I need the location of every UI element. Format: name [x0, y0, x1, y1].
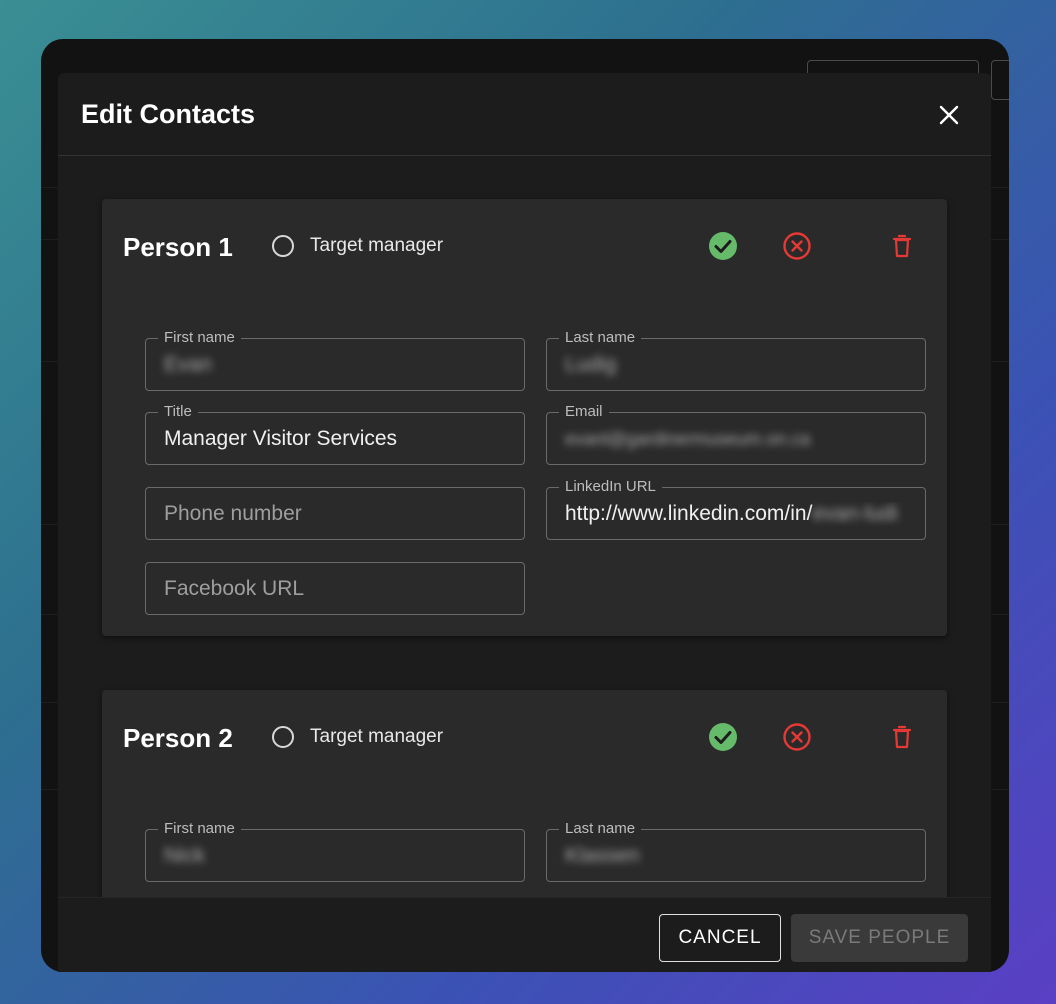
confirm-check-icon[interactable] [708, 722, 738, 752]
edit-contacts-dialog: Edit Contacts Person 1 Target manager Fi… [58, 73, 991, 972]
person-card: Person 2 Target manager First name Nick … [102, 690, 947, 897]
dialog-footer: CANCEL SAVE PEOPLE [58, 897, 991, 972]
title-label: Title [158, 403, 198, 421]
email-label: Email [559, 403, 609, 421]
first-name-field[interactable]: First name Evan [145, 329, 525, 391]
last-name-label: Last name [559, 329, 642, 347]
last-name-label: Last name [559, 820, 642, 838]
title-field[interactable]: Title Manager Visitor Services [145, 403, 525, 465]
phone-number-field[interactable]: Phone number [145, 487, 525, 540]
first-name-field[interactable]: First name Nick [145, 820, 525, 882]
cancel-button[interactable]: CANCEL [659, 914, 781, 962]
dialog-header: Edit Contacts [58, 73, 991, 156]
phone-number-placeholder: Phone number [164, 502, 302, 525]
last-name-value: Ludig [565, 353, 617, 376]
save-people-button[interactable]: SAVE PEOPLE [791, 914, 968, 962]
dialog-title: Edit Contacts [81, 99, 256, 129]
first-name-label: First name [158, 329, 241, 347]
trash-icon[interactable] [887, 231, 917, 261]
email-value: evanl@gardinermuseum.on.ca [565, 429, 811, 449]
target-manager-label: Target manager [310, 235, 444, 256]
confirm-check-icon[interactable] [708, 231, 738, 261]
background-button [991, 60, 1009, 100]
reject-cancel-icon[interactable] [782, 722, 812, 752]
target-manager-radio[interactable] [272, 726, 294, 748]
email-field[interactable]: Email evanl@gardinermuseum.on.ca [546, 403, 926, 465]
linkedin-url-value: http://www.linkedin.com/in/evan-ludi [565, 502, 913, 526]
person-card: Person 1 Target manager First name Evan … [102, 199, 947, 636]
target-manager-option[interactable]: Target manager [272, 726, 443, 748]
first-name-value: Evan [164, 353, 212, 376]
target-manager-option[interactable]: Target manager [272, 235, 443, 257]
facebook-url-placeholder: Facebook URL [164, 577, 305, 600]
first-name-label: First name [158, 820, 241, 838]
reject-cancel-icon[interactable] [782, 231, 812, 261]
target-manager-label: Target manager [310, 726, 444, 747]
linkedin-url-clear-text: http://www.linkedin.com/in/ [565, 502, 813, 525]
last-name-field[interactable]: Last name Klassen [546, 820, 926, 882]
trash-icon[interactable] [887, 722, 917, 752]
last-name-value: Klassen [565, 844, 640, 867]
facebook-url-field[interactable]: Facebook URL [145, 562, 525, 615]
dialog-body: Person 1 Target manager First name Evan … [58, 157, 991, 897]
target-manager-radio[interactable] [272, 235, 294, 257]
person-heading: Person 2 [123, 723, 233, 753]
linkedin-url-label: LinkedIn URL [559, 478, 662, 496]
linkedin-url-blurred-text: evan-ludi [812, 502, 898, 525]
title-value: Manager Visitor Services [164, 427, 398, 450]
last-name-field[interactable]: Last name Ludig [546, 329, 926, 391]
first-name-value: Nick [164, 844, 205, 867]
person-heading: Person 1 [123, 232, 233, 262]
linkedin-url-field[interactable]: LinkedIn URL http://www.linkedin.com/in/… [546, 478, 926, 540]
close-icon[interactable] [937, 103, 961, 127]
